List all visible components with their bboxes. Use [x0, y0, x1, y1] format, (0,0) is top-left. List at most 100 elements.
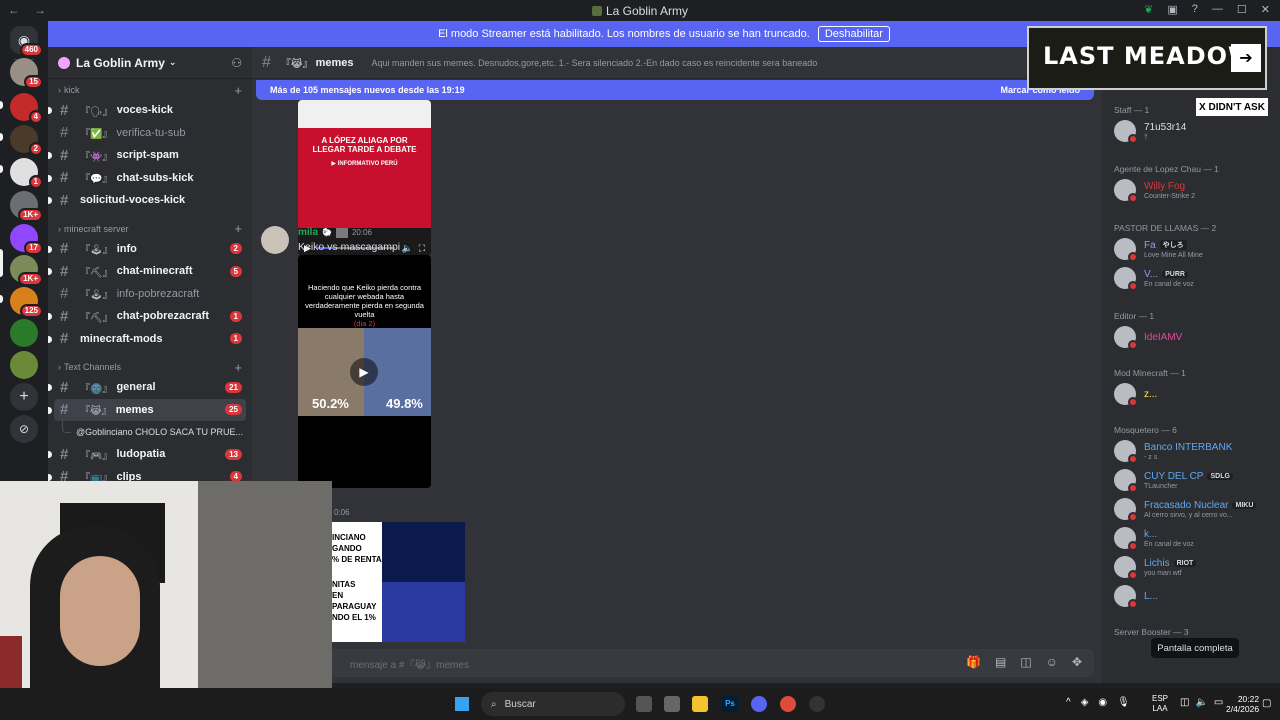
new-messages-bar[interactable]: Más de 105 mensajes nuevos desde las 19:… [256, 80, 1094, 100]
avatar [1114, 120, 1138, 144]
discord-taskbar-icon[interactable] [751, 696, 767, 712]
task-view-icon[interactable] [636, 696, 652, 712]
sticker-icon[interactable]: ◫ [1020, 655, 1031, 669]
channel-info[interactable]: # 『🕹』 info 2 [48, 238, 246, 261]
server-icon[interactable]: 15 [10, 58, 43, 89]
chrome-icon[interactable] [780, 696, 796, 712]
message-input[interactable]: mensaje a #『😹』memes 🎁 ▤ ◫ ☺ ✥ [260, 649, 1094, 677]
inbox-icon[interactable]: ▣ [1167, 3, 1177, 16]
close-button[interactable]: ✕ [1261, 3, 1270, 16]
leaf-icon[interactable]: ❦ [1144, 3, 1153, 16]
taskbar-search[interactable]: ⌕ Buscar [481, 692, 625, 716]
member-item[interactable]: Willy Fog Counter-Strike 2 [1114, 179, 1195, 203]
channel-chat-minecraft[interactable]: # 『⛏』 chat-minecraft 5 [48, 260, 246, 283]
photoshop-icon[interactable]: Ps [722, 696, 738, 712]
category-text[interactable]: › Text Channels + [48, 358, 252, 376]
fullscreen-icon[interactable]: ⛶ [419, 243, 425, 254]
chevron-up-icon[interactable]: ^ [1066, 697, 1071, 708]
message-author[interactable]: mila [298, 227, 318, 238]
channel-general[interactable]: # 『🌚』 general 21 [48, 376, 246, 399]
system-icons[interactable]: ◫ 🔈 ▭ [1180, 697, 1223, 708]
channel-emoji: 『👾』 [80, 151, 113, 163]
channel-memes[interactable]: # 『😹』 memes 25 [48, 398, 246, 421]
member-name: Willy Fog [1144, 181, 1195, 192]
member-item[interactable]: Fa やしろ Love Mine All Mine [1114, 238, 1203, 262]
thread-item[interactable]: @Goblinciano CHOLO SACA TU PRUE... [62, 421, 246, 443]
tray-icons[interactable]: ^ ◈ ◉ 🎙 [1066, 697, 1130, 708]
server-icon[interactable] [10, 319, 38, 347]
maximize-button[interactable]: ☐ [1237, 3, 1247, 16]
category-kick[interactable]: › kick + [48, 81, 252, 99]
server-icon[interactable]: 1 [10, 158, 43, 189]
app-icon[interactable] [809, 696, 825, 712]
file-explorer-icon[interactable] [692, 696, 708, 712]
volume-icon[interactable]: 🔈 [401, 243, 412, 254]
clock[interactable]: 20:22 2/4/2026 [1226, 694, 1259, 714]
notification-icon[interactable]: ▢ [1262, 698, 1271, 709]
channel-emoji: 『⛏』 [80, 312, 113, 324]
server-icon[interactable] [10, 351, 38, 379]
app-tray-icon[interactable]: ◈ [1081, 697, 1089, 708]
member-item[interactable]: Lichis RIOT you man wtf [1114, 556, 1197, 580]
unread-indicator [48, 406, 52, 414]
channel-script-spam[interactable]: # 『👾』 script-spam [48, 144, 246, 167]
wifi-icon: ◫ [1180, 697, 1190, 708]
member-category-label: Mod Minecraft — 1 [1114, 368, 1186, 378]
server-icon[interactable]: 17 [10, 224, 43, 255]
brain-image [382, 522, 465, 582]
mic-icon[interactable]: 🎙 [1117, 697, 1130, 708]
help-icon[interactable]: ? [1192, 3, 1198, 16]
guild-header[interactable]: La Goblin Army ⌄ ⚇ [48, 47, 252, 79]
app-icon[interactable] [664, 696, 680, 712]
channel-info-pobrezacraft[interactable]: # 『🕹』 info-pobrezacraft [54, 283, 246, 306]
meme-text: INCIANO GANDO % DE RENTA NITAS EN PARAGU… [332, 532, 382, 623]
gif-icon[interactable]: ▤ [995, 655, 1006, 669]
server-icon[interactable]: 4 [10, 93, 43, 124]
member-item[interactable]: z... [1114, 383, 1157, 407]
member-item[interactable]: V... PURR En canal de voz [1114, 267, 1194, 291]
windows-start-icon[interactable] [455, 697, 469, 711]
add-channel-icon[interactable]: + [234, 360, 242, 375]
emoji-icon[interactable]: ☺ [1046, 655, 1058, 669]
channel-chat-pobrezacraft[interactable]: # 『⛏』 chat-pobrezacraft 1 [48, 305, 246, 328]
member-item[interactable]: CUY DEL CP SDLG TLauncher [1114, 469, 1233, 493]
channel-name: info [116, 242, 137, 255]
discover-button[interactable]: ⊘ [10, 415, 38, 443]
image-attachment[interactable]: INCIANO GANDO % DE RENTA NITAS EN PARAGU… [332, 522, 465, 642]
add-channel-icon[interactable]: + [234, 83, 242, 98]
channel-voces-kick[interactable]: # 『🗣』 voces-kick [48, 99, 246, 122]
video-attachment[interactable]: Haciendo que Keiko pierda contra cualqui… [298, 255, 431, 488]
channel-topic[interactable]: Aqui manden sus memes. Desnudos,gore,etc… [372, 58, 818, 68]
member-item[interactable]: IdeIAMV [1114, 326, 1182, 350]
channel-chat-subs-kick[interactable]: # 『💬』 chat-subs-kick [48, 167, 246, 190]
app-tray-icon[interactable]: ◉ [1098, 697, 1107, 708]
member-status: Counter-Strike 2 [1144, 192, 1195, 200]
avatar[interactable] [261, 226, 289, 254]
channel-verifica-tu-sub[interactable]: # 『✅』 verifica-tu-sub [54, 122, 246, 145]
play-button[interactable]: ▶ [350, 358, 378, 386]
server-icon[interactable]: 1K+ [10, 255, 43, 286]
channel-minecraft-mods[interactable]: # minecraft-mods 1 [48, 328, 246, 351]
member-item[interactable]: k... En canal de voz [1114, 527, 1194, 551]
disable-button[interactable]: Deshabilitar [817, 26, 890, 42]
member-item[interactable]: Fracasado Nuclear MIKU Al cerro sirvo, y a… [1114, 498, 1257, 522]
add-server-button[interactable]: + [10, 383, 38, 411]
channel-ludopatia[interactable]: # 『🎮』 ludopatia 13 [48, 443, 246, 466]
add-channel-icon[interactable]: + [234, 221, 242, 236]
member-item[interactable]: 71u53r14 † [1114, 120, 1186, 144]
server-icon[interactable]: 125 [10, 287, 43, 318]
add-member-icon[interactable]: ⚇ [231, 56, 242, 70]
meme-line: GANDO [332, 544, 362, 553]
minimize-button[interactable]: — [1212, 3, 1223, 16]
apps-icon[interactable]: ✥ [1072, 655, 1082, 669]
member-item[interactable]: Banco INTERBANK - z s [1114, 440, 1232, 464]
server-icon[interactable]: 1K+ [10, 191, 43, 222]
direct-messages-button[interactable]: ◉ 460 [10, 26, 43, 57]
avatar [1114, 585, 1138, 609]
server-icon[interactable]: 2 [10, 125, 43, 156]
category-minecraft[interactable]: › minecraft server + [48, 220, 252, 238]
gift-icon[interactable]: 🎁 [966, 655, 981, 669]
language-indicator[interactable]: ESP LAA [1152, 694, 1168, 714]
channel-solicitud-voces-kick[interactable]: # solicitud-voces-kick [48, 189, 246, 212]
member-item[interactable]: L... [1114, 585, 1158, 609]
